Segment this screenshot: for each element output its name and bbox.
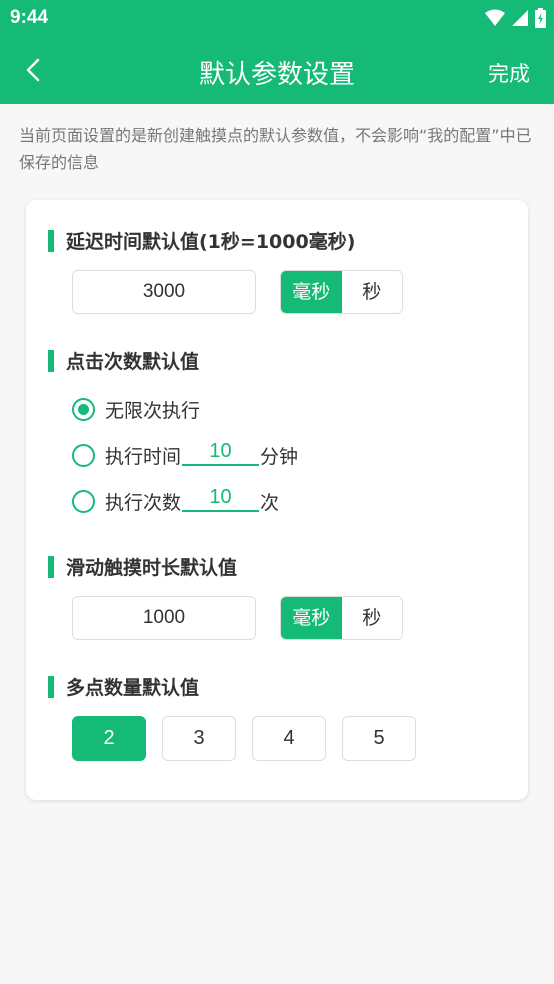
radio-button[interactable] (72, 443, 95, 467)
notice-text: 当前页面设置的是新创建触摸点的默认参数值，不会影响“我的配置”中已保存的信息 (19, 126, 532, 172)
click-count-title-label: 点击次数默认值 (66, 351, 200, 373)
wifi-icon (485, 9, 505, 26)
status-bar: 9:44 (0, 0, 554, 36)
signal-icon (512, 10, 528, 26)
radio-unlimited-label: 无限次执行 (105, 399, 201, 422)
multi-point-option-5[interactable]: 5 (342, 716, 416, 761)
swipe-section-title: 滑动触摸时长默认值 (48, 553, 237, 580)
swipe-title-label: 滑动触摸时长默认值 (66, 557, 238, 579)
delay-unit-toggle: 毫秒 秒 (280, 270, 403, 314)
swipe-unit-s[interactable]: 秒 (341, 597, 402, 639)
delay-value-input[interactable]: 3000 (72, 270, 256, 314)
exec-count-unit: 次 (260, 491, 280, 514)
exec-time-input[interactable]: 10 (182, 438, 260, 466)
exec-time-unit: 分钟 (260, 445, 299, 468)
status-icons (485, 8, 546, 28)
battery-icon (535, 8, 546, 28)
section-bar (48, 229, 54, 252)
swipe-value-input[interactable]: 1000 (72, 596, 256, 640)
multi-point-section-title: 多点数量默认值 (48, 673, 199, 700)
radio-button[interactable] (72, 489, 95, 513)
delay-unit-ms[interactable]: 毫秒 (281, 271, 342, 313)
status-time: 9:44 (10, 7, 49, 28)
radio-button-checked[interactable] (72, 397, 95, 421)
multi-point-option-2[interactable]: 2 (72, 716, 146, 761)
page-title: 默认参数设置 (198, 60, 355, 90)
radio-exec-count[interactable]: 执行次数 10 次 (72, 486, 279, 516)
multi-point-option-3[interactable]: 3 (162, 716, 236, 761)
radio-unlimited[interactable]: 无限次执行 (72, 394, 200, 424)
delay-unit-s[interactable]: 秒 (341, 271, 402, 313)
radio-exec-time[interactable]: 执行时间 10 分钟 (72, 440, 298, 470)
exec-time-label: 执行时间 (105, 445, 182, 468)
done-button[interactable]: 完成 (488, 58, 530, 88)
delay-section-title: 延迟时间默认值(1秒=1000毫秒) (48, 227, 355, 254)
multi-point-title-label: 多点数量默认值 (66, 677, 200, 699)
title-bar: 默认参数设置 完成 (0, 36, 554, 104)
section-bar (48, 675, 54, 698)
multi-point-option-4[interactable]: 4 (252, 716, 326, 761)
swipe-unit-ms[interactable]: 毫秒 (281, 597, 342, 639)
exec-count-input[interactable]: 10 (182, 484, 260, 512)
swipe-unit-toggle: 毫秒 秒 (280, 596, 403, 640)
section-bar (48, 349, 54, 372)
exec-count-label: 执行次数 (105, 491, 182, 514)
click-count-section-title: 点击次数默认值 (48, 347, 199, 374)
multi-point-options: 2 3 4 5 (72, 716, 416, 761)
settings-card: 延迟时间默认值(1秒=1000毫秒) 3000 毫秒 秒 点击次数默认值 无限次… (26, 200, 528, 800)
section-bar (48, 555, 54, 578)
delay-title-label: 延迟时间默认值(1秒=1000毫秒) (66, 231, 356, 253)
